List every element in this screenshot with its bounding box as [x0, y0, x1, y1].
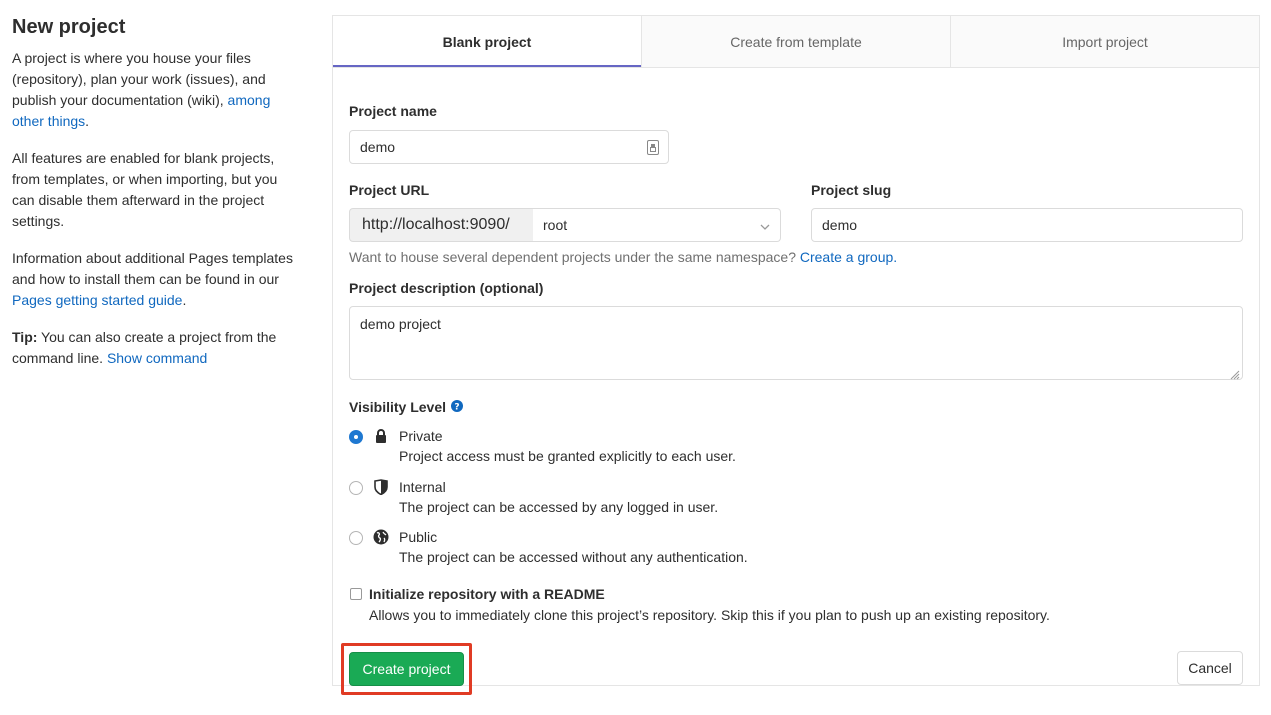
project-slug-value: demo [822, 217, 858, 233]
pages-text-end: . [182, 292, 187, 308]
visibility-option-public[interactable]: Public The project can be accessed witho… [349, 529, 849, 569]
cancel-button[interactable]: Cancel [1177, 651, 1243, 685]
globe-icon [373, 529, 391, 547]
chevron-down-icon [760, 217, 770, 233]
visibility-public-radio[interactable] [349, 531, 363, 545]
project-description-value: demo project [360, 316, 441, 332]
visibility-public-desc: The project can be accessed without any … [399, 549, 748, 565]
visibility-private-desc: Project access must be granted explicitl… [399, 448, 736, 464]
features-paragraph: All features are enabled for blank proje… [12, 150, 278, 229]
readme-description: Allows you to immediately clone this pro… [369, 607, 1050, 623]
svg-text:?: ? [454, 403, 459, 413]
namespace-value: root [543, 217, 568, 233]
readme-checkbox[interactable] [350, 588, 362, 600]
page-title: New project [12, 16, 126, 38]
help-icon[interactable]: ? [451, 399, 464, 415]
tab-blank-project[interactable]: Blank project [333, 16, 641, 67]
show-command-link[interactable]: Show command [107, 350, 207, 366]
visibility-private-radio[interactable] [349, 430, 363, 444]
visibility-public-title: Public [399, 529, 438, 545]
intro-text-end: . [85, 113, 90, 129]
resize-handle-icon[interactable] [1230, 367, 1240, 380]
namespace-select[interactable]: root [533, 208, 781, 242]
visibility-internal-desc: The project can be accessed by any logge… [399, 499, 719, 515]
create-project-button[interactable]: Create project [349, 652, 464, 686]
pages-guide-link[interactable]: Pages getting started guide [12, 292, 182, 308]
tip-label: Tip: [12, 329, 38, 345]
new-project-panel: Blank project Create from template Impor… [332, 15, 1260, 695]
visibility-private-title: Private [399, 428, 443, 444]
readme-label[interactable]: Initialize repository with a README [369, 586, 605, 602]
project-url-label: Project URL [349, 182, 430, 198]
visibility-option-internal[interactable]: Internal The project can be accessed by … [349, 479, 849, 519]
project-name-label: Project name [349, 103, 437, 119]
visibility-level-label: Visibility Level ? [349, 399, 464, 415]
project-slug-input[interactable]: demo [811, 208, 1243, 242]
project-url-prefix: http://localhost:9090/ [349, 208, 534, 242]
shield-icon [373, 479, 391, 497]
visibility-option-private[interactable]: Private Project access must be granted e… [349, 428, 849, 468]
project-name-value: demo [360, 139, 396, 155]
visibility-level-text: Visibility Level [349, 399, 447, 415]
project-slug-label: Project slug [811, 182, 892, 198]
pages-paragraph: Information about additional Pages templ… [12, 248, 302, 311]
tab-import-project[interactable]: Import project [950, 16, 1259, 67]
namespace-help-text: Want to house several dependent projects… [349, 249, 800, 265]
project-description-label: Project description (optional) [349, 280, 544, 296]
tip-paragraph: Tip: You can also create a project from … [12, 327, 302, 369]
tab-create-from-template[interactable]: Create from template [641, 16, 950, 67]
visibility-internal-radio[interactable] [349, 481, 363, 495]
intro-paragraph: A project is where you house your files … [12, 48, 302, 132]
create-group-link[interactable]: Create a group. [800, 249, 897, 265]
pages-text: Information about additional Pages templ… [12, 250, 293, 287]
lock-icon [373, 428, 391, 446]
project-type-tabs: Blank project Create from template Impor… [333, 16, 1259, 68]
intro-column: New project A project is where you house… [12, 16, 302, 385]
project-name-input[interactable]: demo [349, 130, 669, 164]
visibility-internal-title: Internal [399, 479, 446, 495]
project-description-textarea[interactable]: demo project [349, 306, 1243, 380]
password-manager-icon [647, 140, 659, 155]
namespace-help: Want to house several dependent projects… [349, 249, 897, 265]
